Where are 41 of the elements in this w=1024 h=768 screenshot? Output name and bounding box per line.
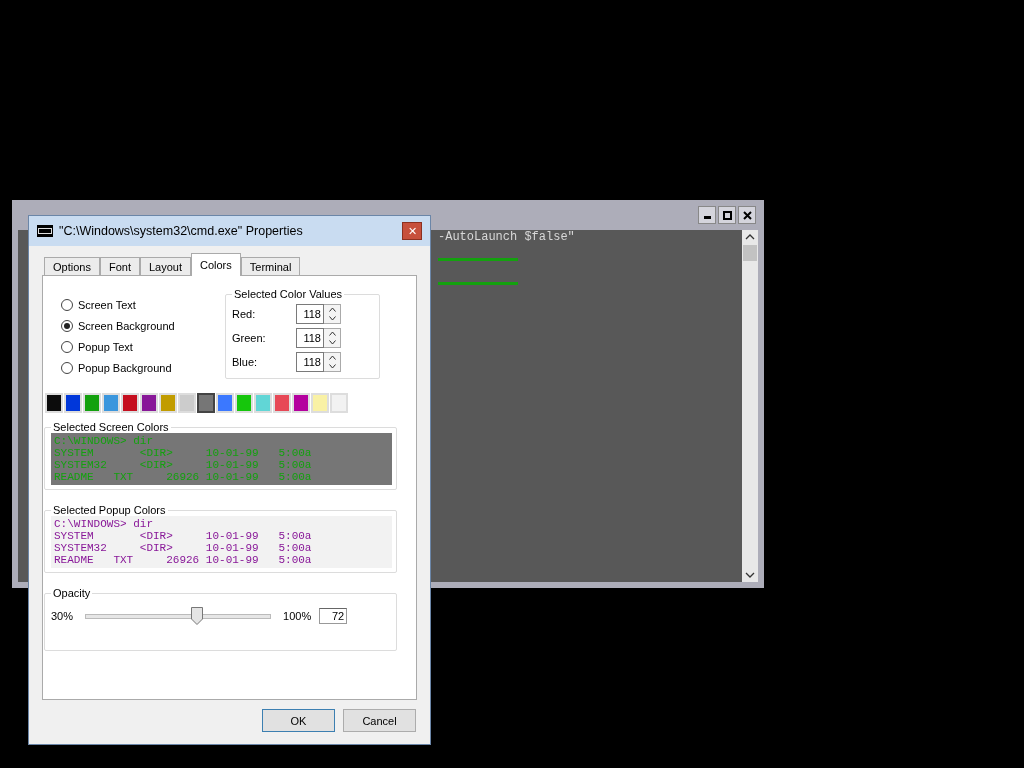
window-title: "C:\Windows\system32\cmd.exe" Properties xyxy=(59,224,304,238)
scroll-up-icon xyxy=(745,233,755,241)
group-title: Selected Popup Colors xyxy=(52,504,167,516)
preview-line: README TXT 26926 10-01-99 5:00a xyxy=(54,554,313,566)
preview-line: C:\WINDOWS> dir xyxy=(54,435,155,447)
close-button[interactable]: ✕ xyxy=(402,222,422,240)
maximize-icon xyxy=(722,210,732,220)
group-title: Selected Screen Colors xyxy=(52,421,170,433)
field-label: Blue: xyxy=(232,356,258,368)
slider-thumb[interactable] xyxy=(190,607,203,625)
scroll-down-icon xyxy=(745,571,755,579)
radio-option[interactable]: Popup Background xyxy=(61,361,175,375)
minimize-button[interactable] xyxy=(698,206,716,224)
min-label: 30% xyxy=(51,610,74,622)
console-icon xyxy=(37,225,53,237)
color-swatch[interactable] xyxy=(197,393,215,413)
close-icon xyxy=(742,210,752,220)
preview-line: README TXT 26926 10-01-99 5:00a xyxy=(54,471,313,483)
scrollbar[interactable] xyxy=(742,230,758,582)
max-label: 100% xyxy=(283,610,312,622)
radio-option[interactable]: Screen Text xyxy=(61,298,175,312)
group-title: Selected Color Values xyxy=(233,288,344,300)
ok-button[interactable]: OK xyxy=(262,709,335,732)
preview-line: C:\WINDOWS> dir xyxy=(54,518,155,530)
radio-option[interactable]: Screen Background xyxy=(61,319,175,333)
tab[interactable]: Colors xyxy=(190,253,241,276)
field-label: Green: xyxy=(232,332,266,344)
opacity-field[interactable]: 72 xyxy=(319,608,348,624)
scroll-thumb[interactable] xyxy=(743,245,757,261)
close-button[interactable] xyxy=(738,206,756,224)
preview-line: SYSTEM <DIR> 10-01-99 5:00a xyxy=(54,447,313,459)
console-text: -AutoLaunch $false" xyxy=(438,230,575,244)
cancel-button[interactable]: Cancel xyxy=(343,709,416,732)
maximize-button[interactable] xyxy=(718,206,736,224)
field-label: Red: xyxy=(232,308,256,320)
radio-option[interactable]: Popup Text xyxy=(61,340,175,354)
preview-line: SYSTEM <DIR> 10-01-99 5:00a xyxy=(54,530,313,542)
opacity-slider[interactable] xyxy=(85,607,272,625)
group-title: Opacity xyxy=(52,587,92,599)
preview-line: SYSTEM32 <DIR> 10-01-99 5:00a xyxy=(54,542,313,554)
preview-line: SYSTEM32 <DIR> 10-01-99 5:00a xyxy=(54,459,313,471)
